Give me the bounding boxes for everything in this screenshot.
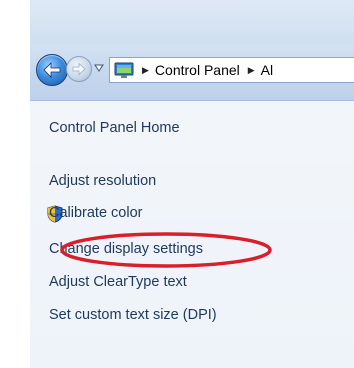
breadcrumb-all-items[interactable]: Al	[261, 62, 273, 78]
sidebar-item-control-panel-home[interactable]: Control Panel Home	[49, 120, 180, 136]
recent-pages-button[interactable]	[94, 63, 104, 73]
navigation-bar: ▶ Control Panel ▶ Al	[30, 44, 354, 101]
address-bar[interactable]: ▶ Control Panel ▶ Al	[109, 57, 354, 83]
forward-arrow-icon	[72, 63, 86, 75]
back-arrow-icon	[43, 62, 61, 78]
sidebar-item-adjust-resolution[interactable]: Adjust resolution	[49, 173, 156, 189]
forward-button[interactable]	[66, 56, 92, 82]
sidebar-item-set-custom-text-size[interactable]: Set custom text size (DPI)	[49, 307, 217, 323]
sidebar-item-adjust-cleartype-text[interactable]: Adjust ClearType text	[49, 274, 187, 290]
back-button[interactable]	[36, 54, 68, 86]
breadcrumb-separator-icon: ▶	[247, 64, 255, 75]
breadcrumb-separator-icon: ▶	[142, 64, 149, 75]
title-bar	[30, 0, 354, 44]
control-panel-icon	[114, 62, 134, 79]
breadcrumb-control-panel[interactable]: Control Panel	[155, 62, 240, 78]
dropdown-arrow-icon	[94, 64, 104, 72]
highlight-ellipse	[60, 232, 272, 268]
sidebar-item-calibrate-color[interactable]: Calibrate color	[49, 205, 143, 221]
